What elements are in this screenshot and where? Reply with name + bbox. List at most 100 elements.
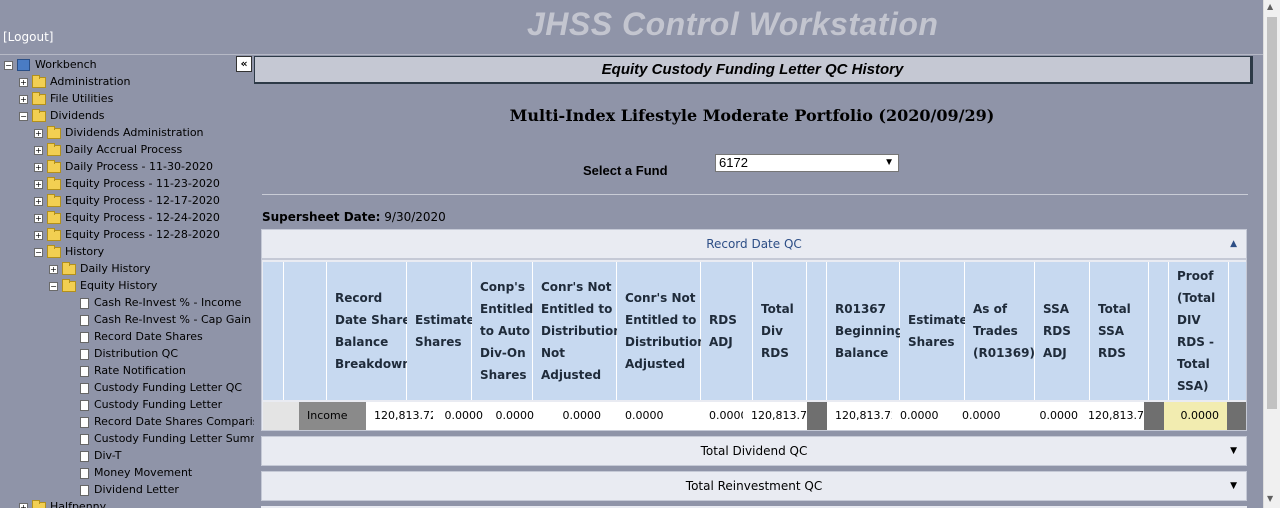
tree-node-workbench[interactable]: − Workbench [4,56,97,73]
expand-icon[interactable]: + [34,196,43,206]
collapse-icon[interactable]: − [19,111,28,121]
chevron-up-icon: ▲ [1230,239,1237,249]
folder-icon [47,193,61,207]
document-icon [80,467,89,479]
folder-icon [47,176,61,190]
expand-icon[interactable]: + [34,162,43,172]
chevron-down-icon: ▼ [884,157,894,168]
grid-cell: 0.0000 [954,402,1024,430]
record-date-qc-grid: Record Date Share Balance Breakdown Esti… [261,259,1247,431]
grid-cell: 0.0000 [536,402,617,430]
tree-node-dividends-administration[interactable]: + Dividends Administration [34,124,204,141]
tree-leaf-custody-funding-letter-qc[interactable]: Custody Funding Letter QC [80,379,242,396]
chevron-down-icon: ▼ [1230,481,1237,491]
total-dividend-qc-header[interactable]: Total Dividend QC ▼ [261,436,1247,466]
folder-icon [62,278,76,292]
vertical-scrollbar[interactable]: ▲ ▼ [1263,0,1280,508]
tree-leaf-div-t[interactable]: Div-T [80,447,121,464]
tree-node-daily-history[interactable]: + Daily History [49,260,150,277]
total-reinvestment-qc-header[interactable]: Total Reinvestment QC ▼ [261,471,1247,501]
tree-leaf-rate-notification[interactable]: Rate Notification [80,362,186,379]
expand-icon[interactable]: + [19,94,28,104]
grid-cell: 0.0000 [701,402,743,430]
tree-node-equity-process-1224[interactable]: + Equity Process - 12-24-2020 [34,209,220,226]
app-title: JHSS Control Workstation [527,6,939,42]
divider [262,194,1248,195]
tree-node-halfpenny[interactable]: + Halfpenny [19,498,106,508]
tree-leaf-money-movement[interactable]: Money Movement [80,464,192,481]
logout-link[interactable]: [Logout] [3,30,53,44]
tree-node-daily-accrual[interactable]: + Daily Accrual Process [34,141,182,158]
expand-icon[interactable]: + [34,128,43,138]
chevron-down-icon: ▼ [1230,446,1237,456]
page-title: Equity Custody Funding Letter QC History [601,61,904,78]
grid-row-label: Income [299,402,366,430]
grid-cell: 0.0000 [617,402,701,430]
fund-select[interactable]: 6172 ▼ [715,154,899,172]
grid-header-cell: RDS ADJ [701,262,753,400]
tree-leaf-cash-reinvest-income[interactable]: Cash Re-Invest % - Income [80,294,241,311]
tree-leaf-distribution-qc[interactable]: Distribution QC [80,345,178,362]
grid-header-cell: SSA RDS ADJ [1035,262,1090,400]
tree-node-dividends[interactable]: − Dividends [19,107,105,124]
grid-header-spacer [1229,262,1246,400]
scroll-down-icon[interactable]: ▼ [1267,494,1273,503]
expand-icon[interactable]: + [34,179,43,189]
collapse-icon[interactable]: − [4,60,13,70]
grid-cell-spacer [807,402,827,430]
folder-icon [47,142,61,156]
tree-node-equity-process-1228[interactable]: + Equity Process - 12-28-2020 [34,226,220,243]
tree-node-daily-process[interactable]: + Daily Process - 11-30-2020 [34,158,213,175]
tree-node-equity-process-1123[interactable]: + Equity Process - 11-23-2020 [34,175,220,192]
expand-icon[interactable]: + [34,230,43,240]
computer-icon [17,59,30,71]
expand-icon[interactable]: + [34,213,43,223]
expand-icon[interactable]: + [34,145,43,155]
app-header: JHSS Control Workstation [Logout] [0,0,1263,54]
grid-cell-proof: 0.0000 [1164,402,1227,430]
grid-header-cell: Estimate Shares [407,262,475,400]
expand-icon[interactable]: + [19,502,28,508]
scroll-up-icon[interactable]: ▲ [1267,2,1273,11]
document-icon [80,450,89,462]
tree-leaf-custody-funding-letter-summary[interactable]: Custody Funding Letter Summary [80,430,254,447]
tree-leaf-dividend-letter[interactable]: Dividend Letter [80,481,179,498]
tree-leaf-record-date-shares[interactable]: Record Date Shares [80,328,203,345]
tree-leaf-custody-funding-letter[interactable]: Custody Funding Letter [80,396,222,413]
grid-header-cell: Conr's Not Entitled to Distribution Not … [533,262,622,400]
record-date-qc-header[interactable]: Record Date QC ▲ [261,229,1247,259]
grid-cell: 0.0000 [485,402,536,430]
document-icon [80,348,89,360]
grid-header-cell: Proof (Total DIV RDS - Total SSA) [1169,262,1229,400]
grid-header-cell: Record Date Share Balance Breakdown [327,262,411,400]
folder-icon [32,74,46,88]
tree-leaf-record-date-shares-comparison[interactable]: Record Date Shares Comparison [80,413,254,430]
expand-icon[interactable]: + [49,264,58,274]
collapse-icon[interactable]: − [49,281,58,291]
total-reinvestment-qc-title: Total Reinvestment QC [685,479,823,493]
tree-node-file-utilities[interactable]: + File Utilities [19,90,113,107]
folder-icon [32,499,46,508]
grid-header-spacer [807,262,827,400]
main-content: Equity Custody Funding Letter QC History… [254,56,1263,508]
grid-cell: 120,813.72 [827,402,892,430]
folder-icon [47,210,61,224]
document-icon [80,297,89,309]
collapse-icon[interactable]: − [34,247,43,257]
grid-cell: 0.0000 [1024,402,1080,430]
folder-icon [32,108,46,122]
navigation-tree: − Workbench + Administration + File Utiliti… [0,56,254,508]
record-date-qc-title: Record Date QC [706,237,802,251]
scrollbar-thumb[interactable] [1267,17,1277,409]
tree-node-equity-process-1217[interactable]: + Equity Process - 12-17-2020 [34,192,220,209]
collapse-sidebar-button[interactable]: « [236,56,252,72]
tree-node-equity-history[interactable]: − Equity History [49,277,157,294]
document-icon [80,314,89,326]
grid-row-selector[interactable] [263,402,299,430]
grid-cell: 0.0000 [892,402,954,430]
tree-node-history[interactable]: − History [34,243,104,260]
tree-node-administration[interactable]: + Administration [19,73,131,90]
expand-icon[interactable]: + [19,77,28,87]
grid-header-cell: Conp's Entitled to Auto Div-On Shares [472,262,533,400]
tree-leaf-cash-reinvest-capgain[interactable]: Cash Re-Invest % - Cap Gain [80,311,251,328]
